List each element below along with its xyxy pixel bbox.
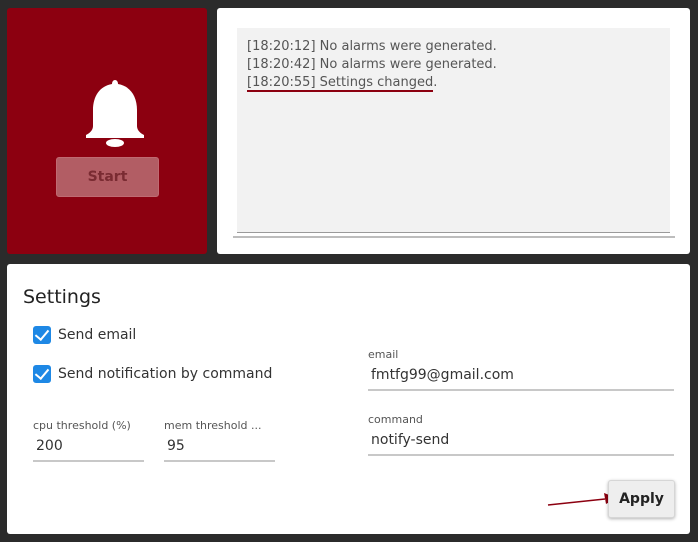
bell-icon: [86, 80, 144, 147]
log-line-highlight: [18:20:55] Settings changed: [247, 75, 434, 92]
mem-threshold-input[interactable]: [164, 432, 275, 462]
alarm-panel: Start: [7, 8, 207, 254]
log-panel: [18:20:12] No alarms were generated. [18…: [217, 8, 690, 254]
cpu-threshold-input[interactable]: [33, 432, 144, 462]
cpu-threshold-label: cpu threshold (%): [33, 419, 131, 432]
send-notification-label: Send notification by command: [58, 366, 273, 382]
log-output[interactable]: [18:20:12] No alarms were generated. [18…: [237, 28, 670, 233]
command-field: command: [368, 413, 674, 456]
log-line-latest: [18:20:55] Settings changed.: [247, 74, 660, 92]
send-notification-option[interactable]: Send notification by command: [33, 363, 272, 385]
start-button[interactable]: Start: [56, 157, 159, 197]
cpu-threshold-field: cpu threshold (%): [33, 419, 144, 462]
send-email-option[interactable]: Send email: [33, 324, 136, 346]
log-divider: [233, 236, 675, 238]
settings-panel: Settings Send email Send notification by…: [7, 264, 690, 534]
command-input[interactable]: [368, 426, 674, 456]
send-notification-checkbox[interactable]: [33, 365, 51, 383]
mem-threshold-field: mem threshold ...: [164, 419, 275, 462]
settings-title: Settings: [23, 286, 101, 308]
send-email-label: Send email: [58, 327, 137, 343]
apply-button[interactable]: Apply: [608, 480, 675, 518]
send-email-checkbox[interactable]: [33, 326, 51, 344]
command-label: command: [368, 413, 423, 426]
email-field: email: [368, 348, 674, 391]
log-line-suffix: .: [433, 75, 438, 90]
log-line: [18:20:42] No alarms were generated.: [247, 57, 497, 72]
log-line: [18:20:12] No alarms were generated.: [247, 39, 497, 54]
email-input[interactable]: [368, 361, 674, 391]
email-label: email: [368, 348, 399, 361]
mem-threshold-label: mem threshold ...: [164, 419, 262, 432]
